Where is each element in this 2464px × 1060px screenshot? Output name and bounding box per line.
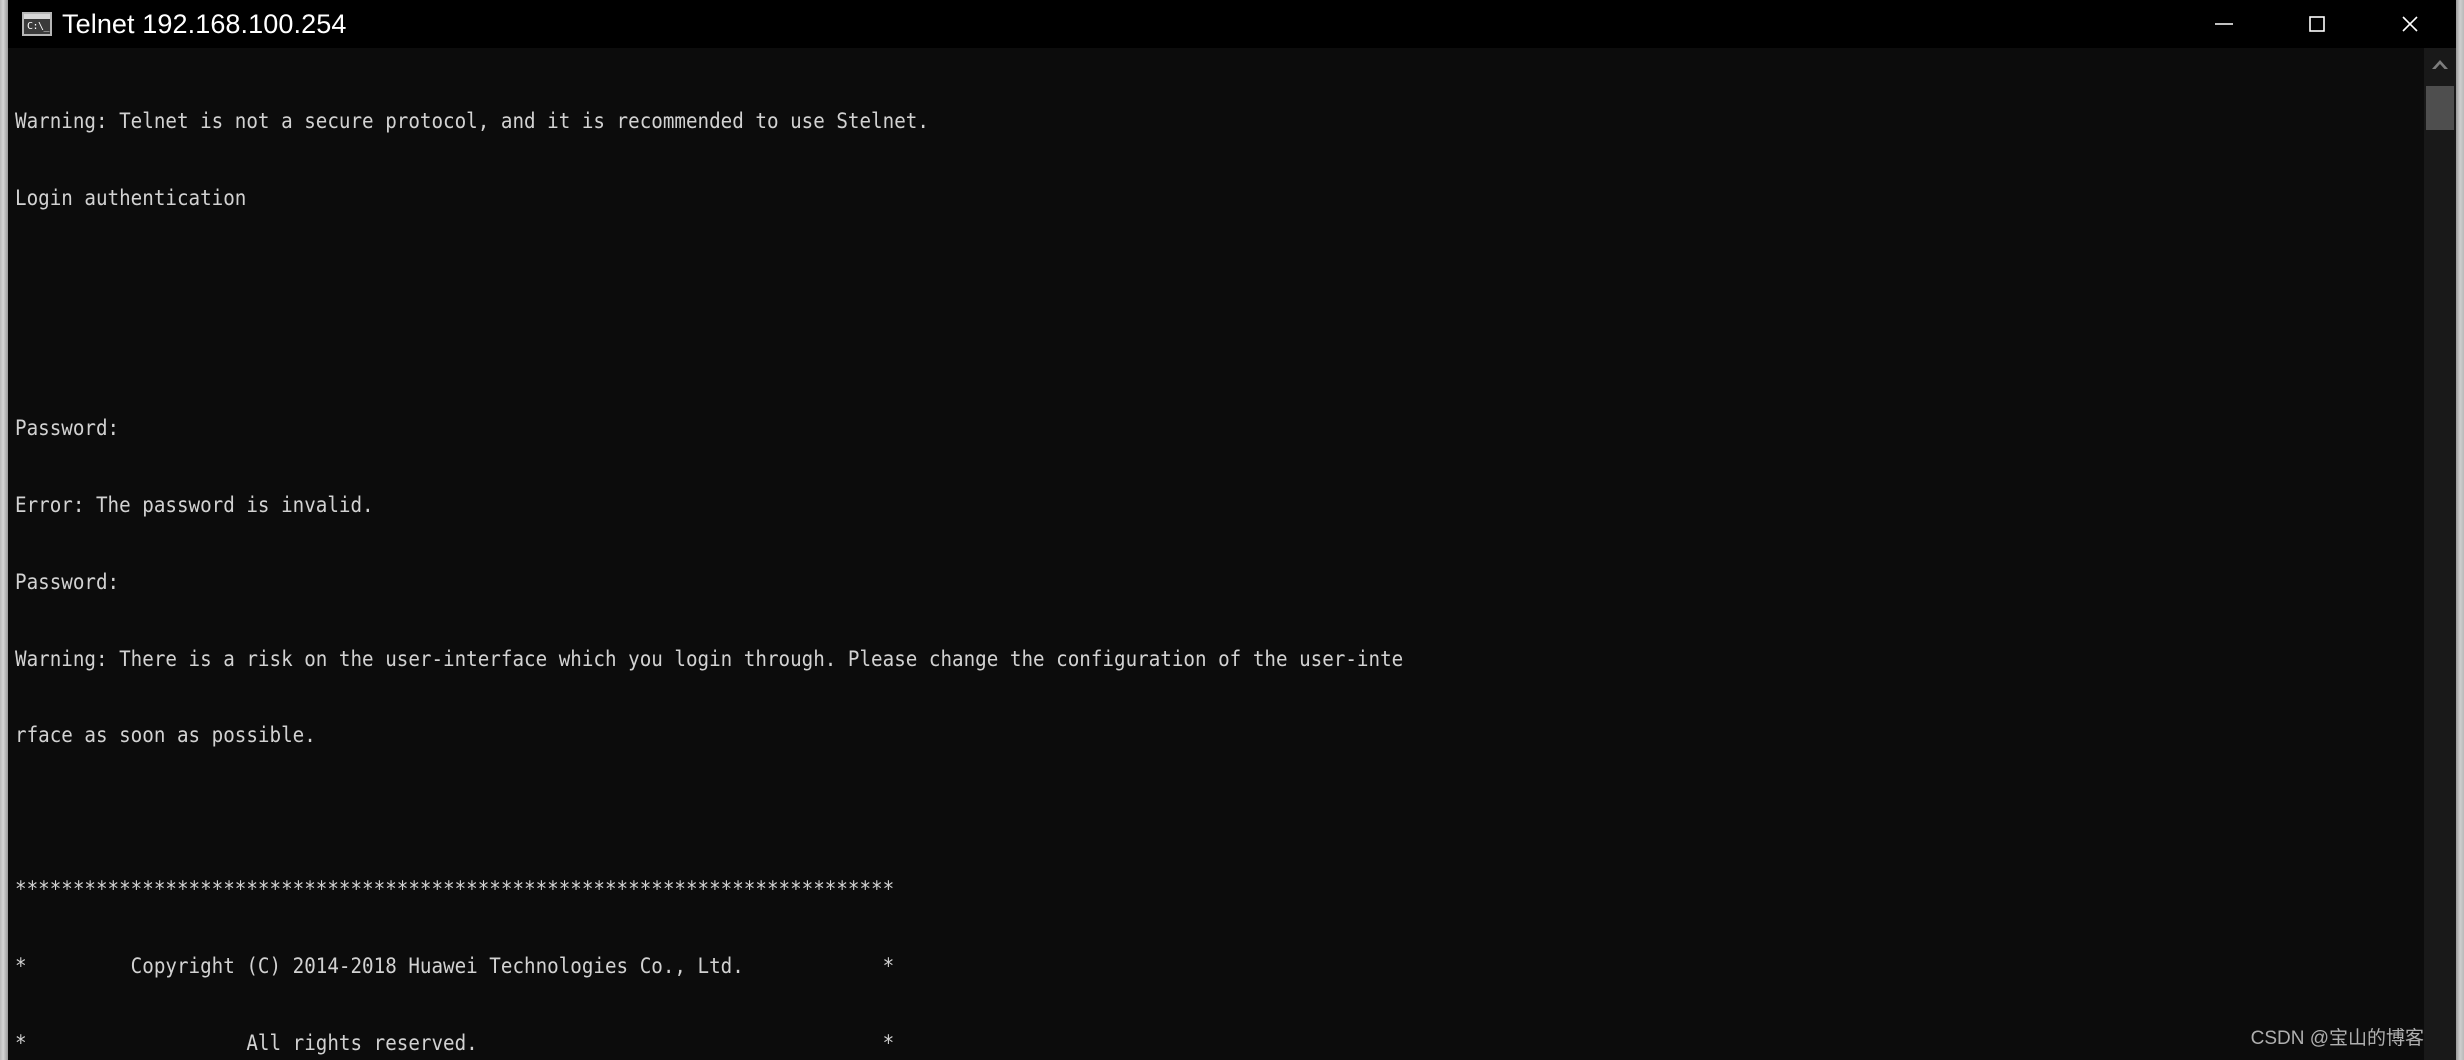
terminal-line: Error: The password is invalid. — [15, 493, 374, 518]
terminal-line: Login authentication — [15, 185, 247, 210]
terminal-line: Warning: There is a risk on the user-int… — [15, 646, 1404, 671]
terminal-line: Warning: Telnet is not a secure protocol… — [15, 109, 929, 134]
terminal-line: Password: — [15, 569, 120, 594]
terminal-output-area[interactable]: Warning: Telnet is not a secure protocol… — [8, 48, 2424, 1060]
close-icon — [2401, 16, 2418, 32]
window-title: Telnet 192.168.100.254 — [62, 8, 347, 39]
terminal-banner-line: ****************************************… — [15, 877, 895, 901]
telnet-window: C:\_ Telnet 192.168.100.254 Warning: Tel… — [0, 0, 2464, 1060]
terminal-banner-line: * Copyright (C) 2014-2018 Huawei Technol… — [15, 953, 895, 978]
terminal-line: Password: — [15, 416, 120, 441]
terminal-line: rface as soon as possible. — [15, 723, 316, 748]
scrollbar-thumb[interactable] — [2426, 86, 2454, 130]
title-bar[interactable]: C:\_ Telnet 192.168.100.254 — [8, 0, 2456, 48]
scroll-up-button[interactable] — [2424, 48, 2456, 82]
window-controls — [2177, 0, 2456, 48]
close-button[interactable] — [2363, 0, 2456, 48]
chevron-up-icon — [2432, 60, 2448, 69]
console-icon-prompt: C:\_ — [27, 21, 50, 32]
vertical-scrollbar[interactable] — [2424, 48, 2456, 1060]
window-right-edge — [2456, 0, 2464, 1060]
terminal-banner-line: * All rights reserved. * — [15, 1030, 895, 1055]
maximize-icon — [2308, 16, 2325, 32]
watermark: CSDN @宝山的博客 — [2250, 1028, 2424, 1049]
maximize-button[interactable] — [2270, 0, 2363, 48]
window-left-edge — [0, 0, 8, 1060]
minimize-icon — [2214, 23, 2233, 25]
console-icon-titlebar — [24, 14, 50, 19]
title-bar-left: C:\_ Telnet 192.168.100.254 — [8, 9, 2177, 40]
terminal-text: Warning: Telnet is not a secure protocol… — [15, 58, 1403, 1060]
minimize-button[interactable] — [2177, 0, 2270, 48]
console-icon: C:\_ — [22, 12, 52, 36]
